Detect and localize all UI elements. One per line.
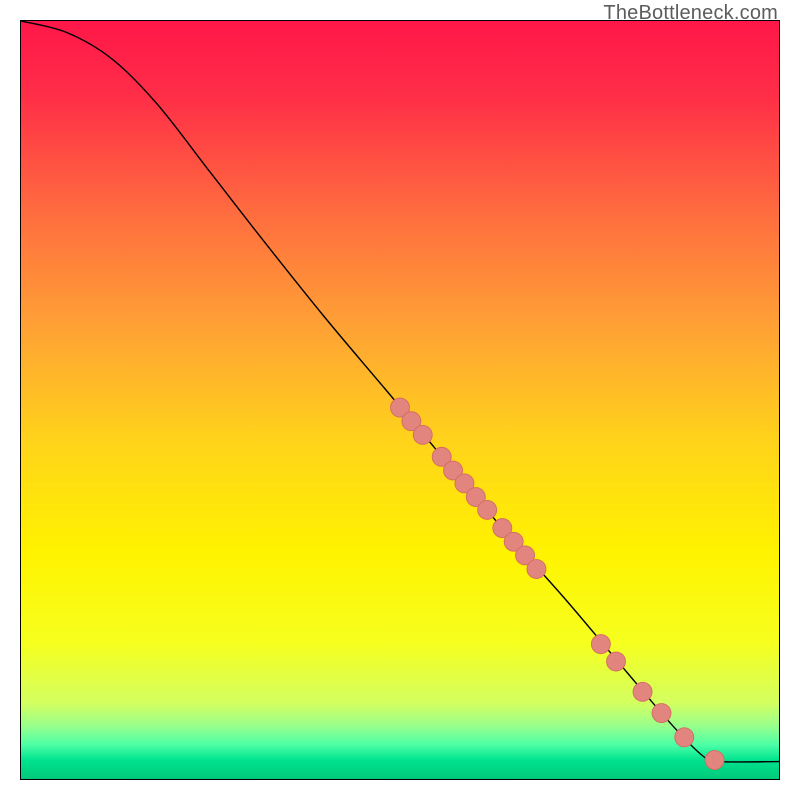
data-marker — [591, 635, 610, 654]
chart-stage: TheBottleneck.com — [0, 0, 800, 800]
data-marker — [652, 704, 671, 723]
data-marker — [705, 751, 724, 770]
data-marker — [675, 728, 694, 747]
data-marker — [633, 682, 652, 701]
data-marker — [413, 425, 432, 444]
chart-svg — [21, 21, 779, 779]
data-marker — [478, 500, 497, 519]
plot-area — [20, 20, 780, 780]
bottleneck-curve — [21, 21, 779, 762]
data-markers — [391, 398, 725, 769]
data-marker — [527, 560, 546, 579]
data-marker — [607, 652, 626, 671]
